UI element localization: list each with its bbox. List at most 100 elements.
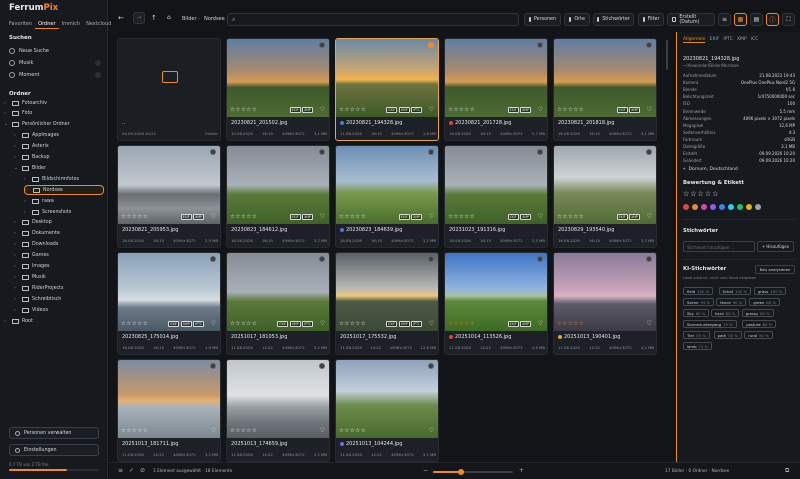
thumbnail-image[interactable] (118, 146, 220, 224)
chevron-icon[interactable]: › (14, 264, 19, 269)
color-label-swatch[interactable] (737, 204, 743, 210)
heart-icon[interactable]: ♡ (211, 427, 216, 434)
select-checkbox[interactable] (319, 256, 325, 262)
select-checkbox[interactable] (428, 256, 434, 262)
chevron-icon[interactable]: › (4, 111, 9, 116)
up-icon[interactable]: ↑ (151, 14, 157, 22)
persons-button[interactable]: Personen (524, 13, 561, 26)
color-label-swatch[interactable] (728, 204, 734, 210)
color-label-swatch[interactable] (701, 204, 707, 210)
thumbnail-image[interactable] (227, 253, 329, 331)
folder-tree-item[interactable]: › Desktop (14, 218, 104, 228)
color-label-swatch[interactable] (719, 204, 725, 210)
ai-tag[interactable]: fence 90 % (716, 298, 747, 306)
heart-icon[interactable]: ♡ (429, 427, 434, 434)
grid-view-button[interactable]: ▦ (734, 13, 747, 26)
rating-stars[interactable]: ☆☆☆☆☆ (230, 107, 257, 113)
ai-tag[interactable]: lamb 71 % (683, 342, 713, 350)
image-card[interactable]: ☆☆☆☆☆ EXIF XMP ♡ 20230821_205953.jpg 16.08.20… (117, 145, 221, 248)
keyword-input[interactable]: Stichwort hinzufügen ... (683, 241, 755, 252)
ai-tag[interactable]: field 100 % (683, 287, 714, 295)
color-label-swatch[interactable] (755, 204, 761, 210)
heart-icon[interactable]: ♡ (320, 106, 325, 113)
heart-icon[interactable]: ♡ (647, 106, 652, 113)
image-card[interactable]: ☆☆☆☆☆ EXIF XMP ♡ 20230823_184639.jpg 16.08.20… (335, 145, 439, 248)
image-card[interactable]: ☆☆☆☆☆ EXIF XMP ♡ 20230821_201502.jpg 10.08.20… (226, 38, 330, 141)
image-card[interactable]: ☆☆☆☆☆ EXIF XMP ♡ 20231023_191316.jpg 16.08.20… (444, 145, 548, 248)
heart-icon[interactable]: ♡ (320, 427, 325, 434)
rating-stars[interactable]: ☆☆☆☆☆ (121, 321, 148, 327)
rating-stars[interactable]: ☆☆☆☆☆ (683, 190, 719, 198)
chevron-icon[interactable]: › (14, 155, 19, 160)
new-search-item[interactable]: Neue Suche (9, 46, 101, 56)
chevron-icon[interactable]: › (24, 199, 29, 204)
ai-tag[interactable]: Sonnenuntergang 75 % (683, 320, 737, 328)
saved-search-music[interactable]: Musik (9, 58, 101, 68)
chevron-icon[interactable]: › (4, 101, 9, 106)
chevron-icon[interactable]: › (24, 210, 29, 215)
folder-tree-item[interactable]: › Asterix (14, 142, 104, 152)
select-checkbox[interactable] (319, 42, 325, 48)
chevron-icon[interactable]: ⌄ (14, 166, 19, 171)
heart-icon[interactable]: ♡ (538, 320, 543, 327)
folder-tree-item[interactable]: ⌄ Persönlicher Ordner (4, 120, 104, 130)
chevron-icon[interactable]: › (25, 188, 30, 193)
rating-stars[interactable]: ☆☆☆☆☆ (339, 321, 366, 327)
color-label-swatch[interactable] (692, 204, 698, 210)
list-view-button[interactable]: ≡ (718, 13, 731, 26)
select-checkbox[interactable] (428, 42, 434, 48)
ai-tag[interactable]: pasture 60 % (742, 320, 777, 328)
heart-icon[interactable]: ♡ (320, 320, 325, 327)
folder-tree-item[interactable]: › Foto (4, 109, 104, 119)
breadcrumb-bilder[interactable]: Bilder (182, 16, 197, 22)
chevron-icon[interactable] (95, 72, 101, 78)
select-checkbox[interactable] (428, 149, 434, 155)
folder-tree-item[interactable]: › rawa (24, 196, 104, 206)
info-panel-button[interactable]: ⓘ (766, 13, 779, 26)
thumbnail-image[interactable] (445, 253, 547, 331)
rating-stars[interactable]: ☆☆☆☆☆ (339, 214, 366, 220)
tab-general[interactable]: Allgemein (683, 37, 706, 43)
chevron-icon[interactable]: › (14, 220, 19, 225)
scrollbar-thumb[interactable] (666, 40, 668, 70)
search-input[interactable]: ⌕ (227, 13, 519, 26)
parent-folder-card[interactable]: .. 04.09.2026 10:22 Ordner (117, 38, 221, 141)
heart-icon[interactable]: ♡ (538, 213, 543, 220)
chevron-icon[interactable]: › (14, 308, 19, 313)
tab-folders[interactable]: Ordner (35, 20, 59, 29)
heart-icon[interactable]: ♡ (429, 213, 434, 220)
rating-stars[interactable]: ☆☆☆☆☆ (557, 107, 584, 113)
chevron-icon[interactable]: ⌄ (4, 122, 9, 127)
thumbnail-image[interactable] (554, 146, 656, 224)
places-button[interactable]: Orte (564, 13, 590, 26)
select-checkbox[interactable] (210, 363, 216, 369)
thumbnail-image[interactable] (554, 39, 656, 117)
select-checkbox[interactable] (537, 42, 543, 48)
folder-tree-item[interactable]: › Musik (14, 272, 104, 282)
folder-tree-item[interactable]: › Nordsee (24, 185, 104, 196)
ai-tag[interactable]: Szene 94 % (683, 298, 715, 306)
image-card[interactable]: ☆☆☆☆☆ EXIF XMP ♡ 20230823_184612.jpg 16.08.20… (226, 145, 330, 248)
ai-tag[interactable]: path 50 % (713, 331, 742, 339)
chevron-icon[interactable]: › (4, 319, 9, 324)
ai-tag[interactable]: green 80 % (749, 298, 781, 306)
settings-button[interactable]: Einstellungen (9, 444, 99, 456)
image-card[interactable]: ☆☆☆☆☆ EXIF XMP ♡ 20230829_193540.jpg 16.08.20… (553, 145, 657, 248)
heart-icon[interactable]: ♡ (320, 213, 325, 220)
thumbnail-image[interactable] (118, 360, 220, 438)
zoom-handle[interactable] (458, 469, 464, 475)
image-card[interactable]: ☆☆☆☆☆ ♡ 20251013_174659.jpg 11.08.2026 14:22… (226, 359, 330, 462)
saved-search-moment[interactable]: Moment (9, 70, 101, 80)
heart-icon[interactable]: ♡ (538, 106, 543, 113)
image-card[interactable]: ☆☆☆☆☆ EXIF XMP ♡ 20251014_113526.jpg 11.08.20… (444, 252, 548, 355)
zoom-slider[interactable] (433, 469, 513, 475)
heart-icon[interactable]: ♡ (647, 213, 652, 220)
rating-stars[interactable]: ☆☆☆☆☆ (121, 214, 148, 220)
rating-stars[interactable]: ☆☆☆☆☆ (121, 428, 148, 434)
folder-tree-item[interactable]: › Bildschirmfotos (24, 174, 104, 184)
folder-tree-item[interactable]: › Videos (14, 305, 104, 315)
chevron-icon[interactable]: › (14, 242, 19, 247)
ai-tag[interactable]: Sky 80 % (683, 309, 710, 317)
rating-stars[interactable]: ☆☆☆☆☆ (448, 321, 475, 327)
rating-stars[interactable]: ☆☆☆☆☆ (557, 321, 584, 327)
